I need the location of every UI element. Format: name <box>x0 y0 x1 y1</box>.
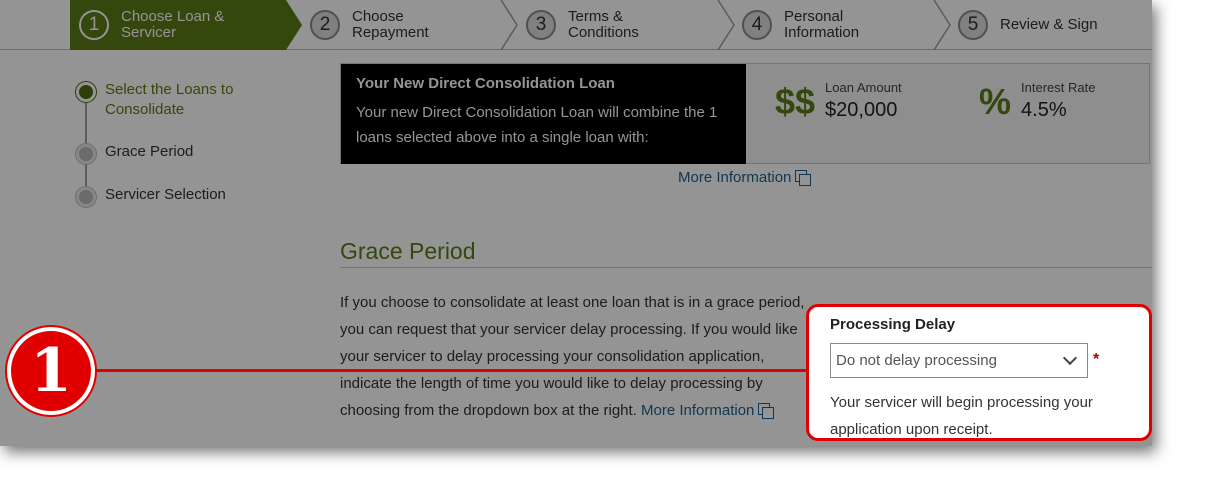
processing-delay-select[interactable]: Do not delay processing <box>830 343 1088 378</box>
app-window: 1 Choose Loan & Servicer 2 Choose Repaym… <box>0 0 1152 446</box>
annotation-badge: 1 <box>7 327 95 415</box>
annotation-connector-line <box>92 369 807 372</box>
required-marker: * <box>1093 351 1100 368</box>
processing-delay-help: Your servicer will begin processing your… <box>830 394 1093 438</box>
processing-delay-callout: Processing Delay Do not delay processing… <box>806 304 1152 441</box>
chevron-down-icon <box>1062 350 1078 366</box>
processing-delay-label: Processing Delay <box>830 316 956 333</box>
processing-delay-selected: Do not delay processing <box>836 352 997 369</box>
